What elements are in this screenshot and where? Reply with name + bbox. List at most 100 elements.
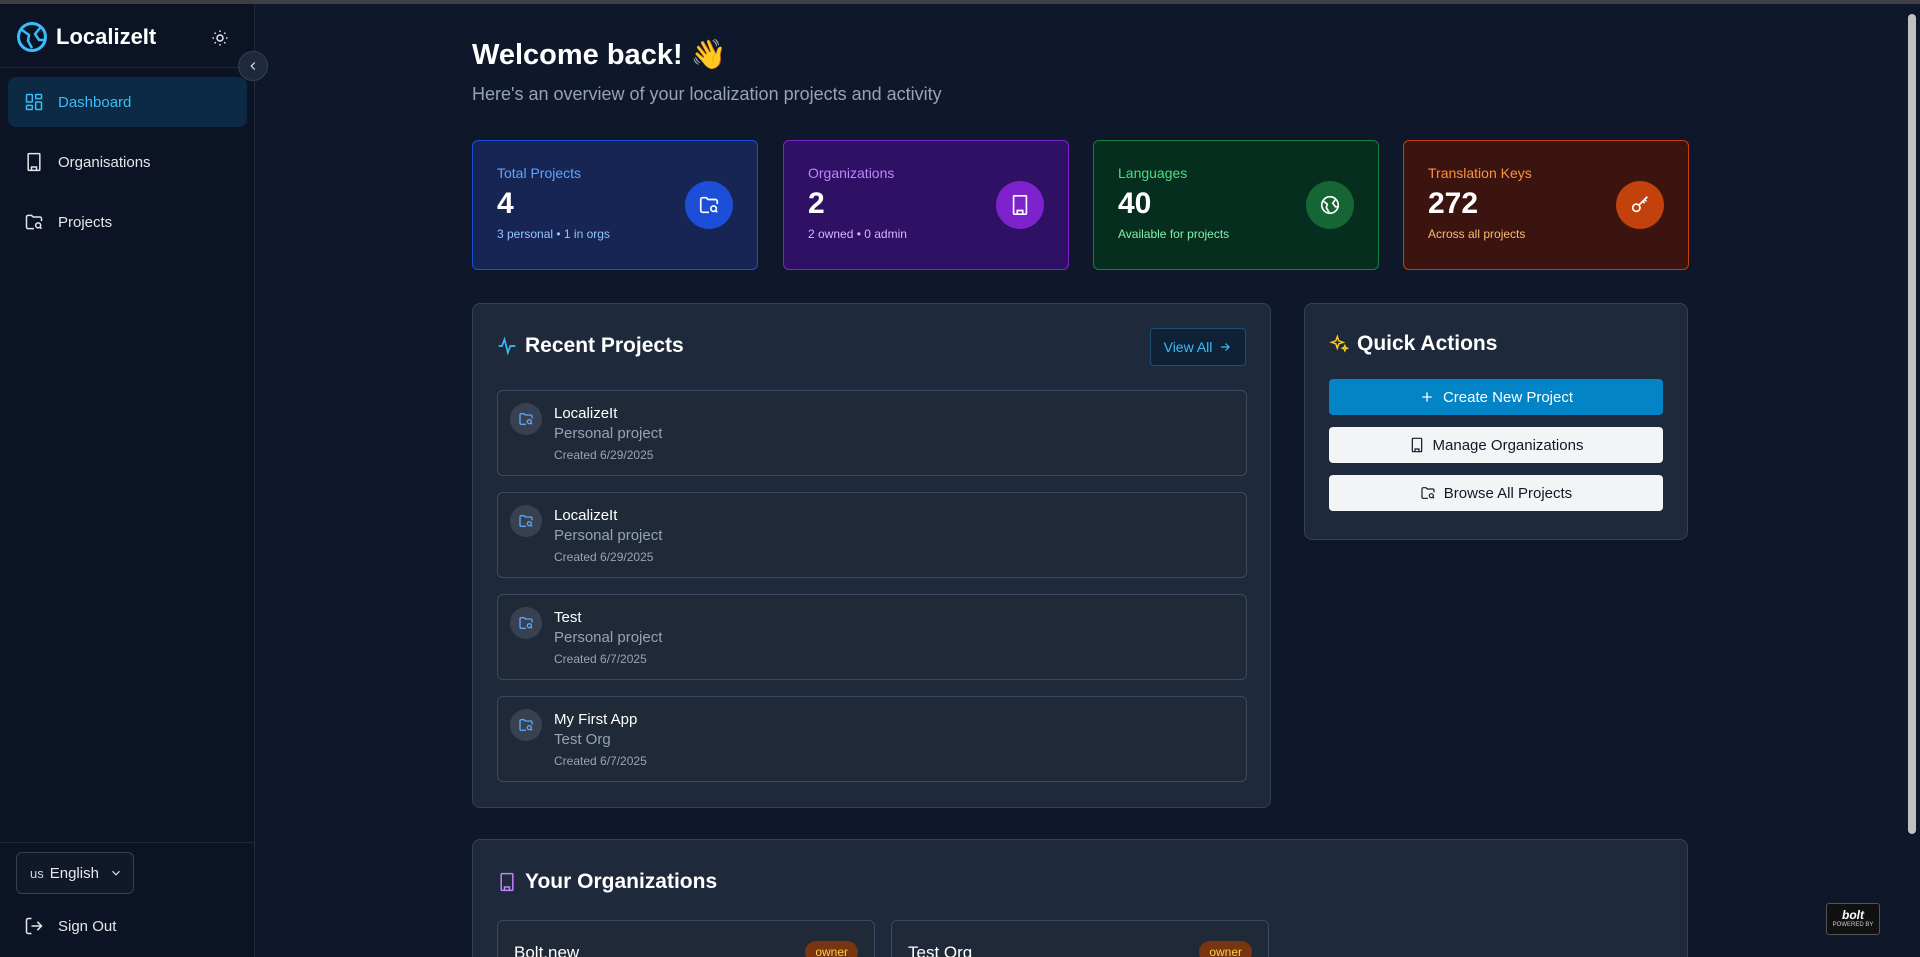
recent-projects-title: Recent Projects [497, 334, 684, 358]
browse-projects-button[interactable]: Browse All Projects [1329, 475, 1663, 511]
bolt-badge-logo: bolt [1842, 908, 1864, 922]
sidebar-divider [0, 842, 255, 843]
dashboard-icon [25, 93, 43, 111]
sidebar-item-dashboard[interactable]: Dashboard [8, 77, 247, 127]
role-badge: owner [1199, 941, 1252, 957]
folder-icon [699, 196, 719, 214]
stat-subtitle: 3 personal • 1 in orgs [497, 227, 610, 241]
project-type: Personal project [554, 527, 663, 544]
sparkles-icon [1329, 334, 1349, 353]
role-badge: owner [805, 941, 858, 957]
project-name: LocalizeIt [554, 405, 618, 422]
main-content: Welcome back! 👋 Here's an overview of yo… [256, 4, 1904, 957]
sun-icon [212, 30, 228, 46]
quick-actions-title: Quick Actions [1329, 332, 1497, 356]
plus-icon [1422, 392, 1432, 402]
collapse-sidebar-button[interactable] [238, 51, 268, 81]
stat-title: Languages [1118, 165, 1188, 181]
vertical-scrollbar[interactable] [1904, 4, 1920, 957]
quick-actions-card: Quick Actions Create New Project Manage … [1304, 303, 1688, 540]
view-all-button[interactable]: View All [1150, 328, 1246, 366]
project-icon-badge [510, 607, 542, 639]
sign-out-label: Sign Out [58, 917, 117, 935]
project-created-date: Created 6/7/2025 [554, 754, 647, 768]
folder-icon [25, 214, 43, 230]
folder-icon [519, 515, 533, 527]
stat-icon-badge [1616, 181, 1664, 229]
button-label: Browse All Projects [1443, 484, 1573, 502]
language-select[interactable]: us English [16, 852, 134, 894]
organization-item[interactable]: Test Org owner [891, 920, 1269, 957]
project-type: Personal project [554, 425, 663, 442]
page-title: Welcome back! 👋 [472, 39, 727, 71]
project-list-item[interactable]: LocalizeIt Personal project Created 6/29… [497, 390, 1247, 476]
sidebar-divider [0, 67, 255, 68]
stat-title: Organizations [808, 165, 895, 181]
card-title-text: Your Organizations [525, 870, 718, 893]
project-created-date: Created 6/29/2025 [554, 448, 654, 462]
stat-icon-badge [685, 181, 733, 229]
card-title-text: Recent Projects [525, 334, 684, 357]
folder-icon [519, 719, 533, 731]
sidebar-item-label: Dashboard [58, 93, 132, 111]
bolt-powered-badge[interactable]: bolt POWERED BY [1826, 903, 1880, 935]
stat-subtitle: Available for projects [1118, 227, 1230, 241]
page-subtitle: Here's an overview of your localization … [472, 84, 942, 104]
folder-icon [519, 617, 533, 629]
stat-card-total-projects: Total Projects 4 3 personal • 1 in orgs [472, 140, 758, 270]
card-title-text: Quick Actions [1357, 332, 1498, 355]
chevron-left-icon [250, 62, 256, 70]
globe-logo-icon [17, 22, 47, 52]
stat-icon-badge [996, 181, 1044, 229]
create-project-button[interactable]: Create New Project [1329, 379, 1663, 415]
project-created-date: Created 6/7/2025 [554, 652, 647, 666]
sidebar-item-label: Projects [58, 213, 113, 231]
stat-title: Total Projects [497, 165, 582, 181]
organization-name: Test Org [908, 943, 973, 957]
stat-card-organizations: Organizations 2 2 owned • 0 admin [783, 140, 1069, 270]
project-type: Personal project [554, 629, 663, 646]
button-label: Manage Organizations [1432, 436, 1584, 454]
scrollbar-thumb[interactable] [1908, 14, 1916, 834]
flag-icon: us [30, 865, 44, 881]
folder-icon [1421, 487, 1435, 499]
stat-card-translation-keys: Translation Keys 272 Across all projects [1403, 140, 1689, 270]
project-list-item[interactable]: LocalizeIt Personal project Created 6/29… [497, 492, 1247, 578]
project-list-item[interactable]: Test Personal project Created 6/7/2025 [497, 594, 1247, 680]
project-name: My First App [554, 711, 638, 728]
project-icon-badge [510, 403, 542, 435]
sidebar-item-organisations[interactable]: Organisations [8, 137, 247, 187]
language-label: English [49, 864, 99, 882]
globe-icon [1320, 195, 1340, 215]
project-created-date: Created 6/29/2025 [554, 550, 654, 564]
project-icon-badge [510, 709, 542, 741]
brand[interactable]: LocalizeIt [16, 20, 156, 54]
organizations-card: Your Organizations Bolt.new owner Test O… [472, 839, 1688, 957]
log-out-icon [25, 917, 43, 935]
sidebar-item-projects[interactable]: Projects [8, 197, 247, 247]
project-type: Test Org [554, 731, 611, 748]
project-icon-badge [510, 505, 542, 537]
chevron-down-icon [112, 870, 120, 876]
stat-card-languages: Languages 40 Available for projects [1093, 140, 1379, 270]
button-label: Create New Project [1442, 388, 1574, 406]
building-icon [1411, 437, 1422, 453]
recent-projects-card: Recent Projects View All LocalizeIt Pers… [472, 303, 1271, 808]
view-all-label: View All [1163, 339, 1213, 355]
theme-toggle-button[interactable] [208, 26, 232, 50]
stat-title: Translation Keys [1428, 165, 1532, 181]
building-icon [500, 872, 514, 892]
activity-icon [498, 336, 516, 356]
project-list-item[interactable]: My First App Test Org Created 6/7/2025 [497, 696, 1247, 782]
bolt-badge-caption: POWERED BY [1832, 922, 1874, 928]
app-name: LocalizeIt [56, 24, 157, 49]
project-name: LocalizeIt [554, 507, 618, 524]
organizations-title: Your Organizations [497, 870, 717, 894]
project-name: Test [554, 609, 582, 626]
building-icon [27, 152, 41, 172]
stat-subtitle: 2 owned • 0 admin [808, 227, 907, 241]
sidebar: LocalizeIt Dashboard Organisations Proje… [0, 4, 255, 957]
sign-out-button[interactable]: Sign Out [24, 916, 116, 936]
manage-organizations-button[interactable]: Manage Organizations [1329, 427, 1663, 463]
organization-item[interactable]: Bolt.new owner [497, 920, 875, 957]
